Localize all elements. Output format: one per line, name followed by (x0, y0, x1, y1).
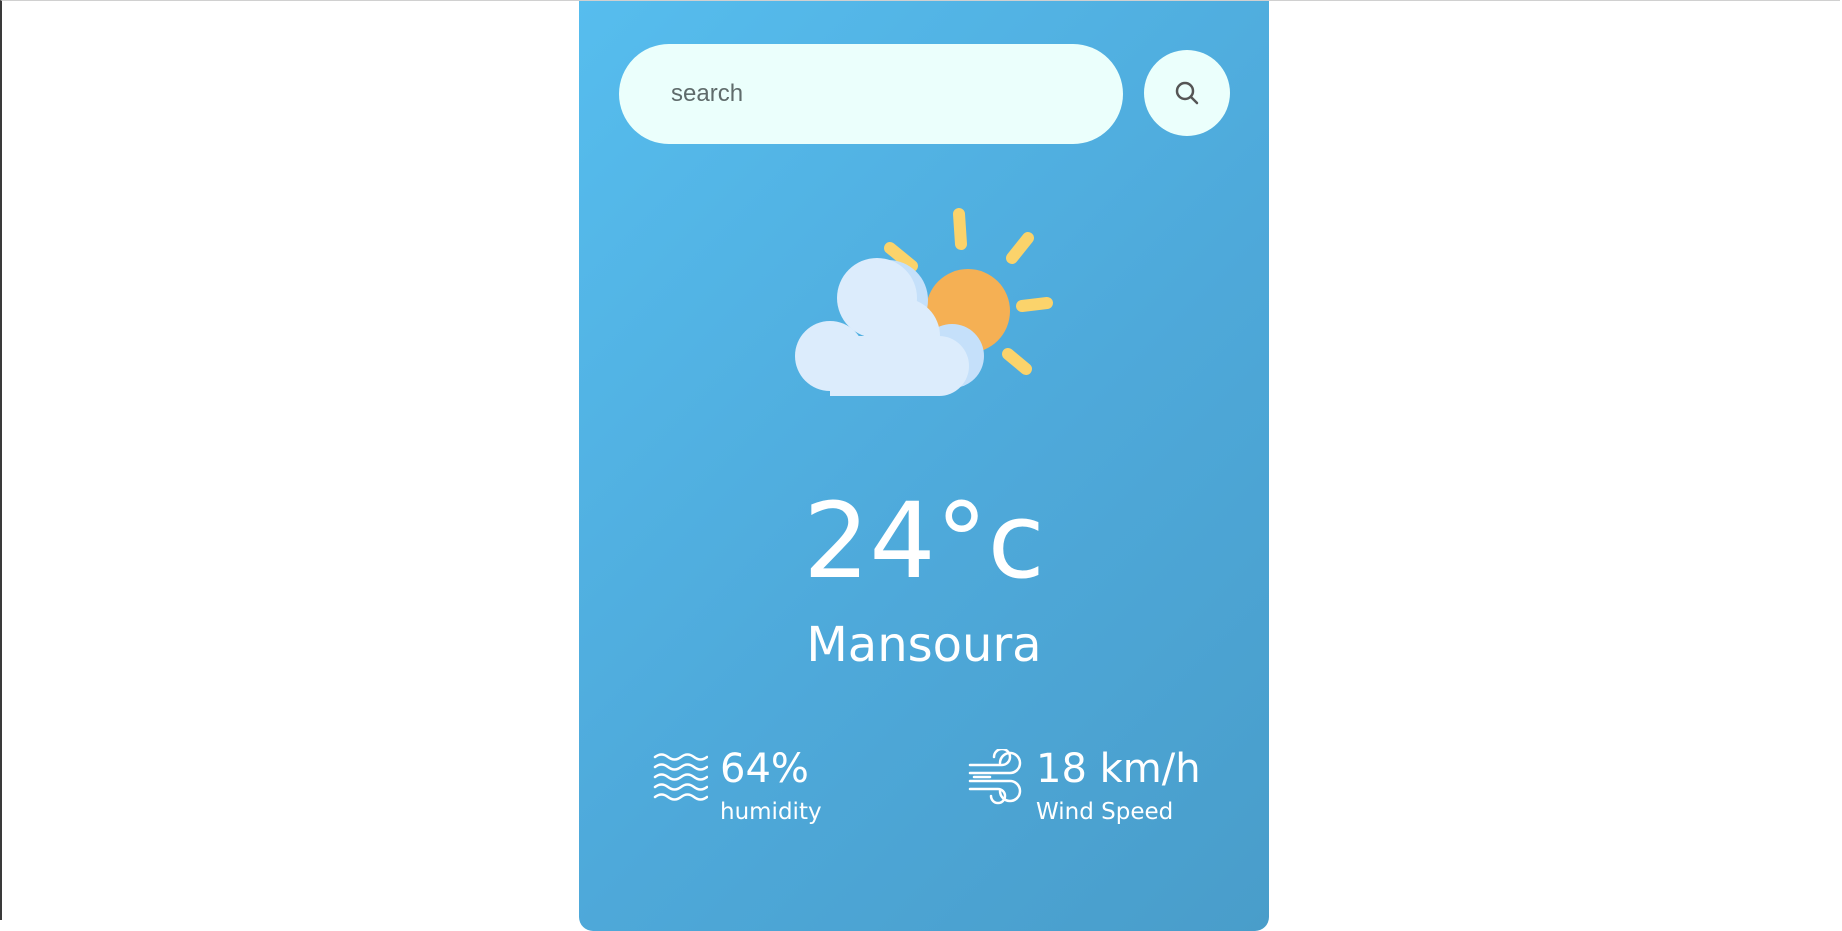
search-button[interactable] (1144, 50, 1230, 136)
browser-viewport: 24°c Mansoura 64% humidity (0, 0, 1840, 931)
humidity-waves-icon (653, 753, 708, 801)
temperature: 24°c (803, 480, 1045, 602)
search-box (619, 44, 1123, 144)
wind-icon (968, 749, 1022, 805)
search-icon (1175, 81, 1199, 105)
wind-label: Wind Speed (1036, 799, 1174, 825)
weather-card: 24°c Mansoura 64% humidity (579, 1, 1269, 931)
city-name: Mansoura (806, 617, 1042, 673)
humidity-label: humidity (720, 799, 822, 825)
partly-cloudy-icon (795, 208, 1053, 396)
wind-value: 18 km/h (1036, 746, 1201, 792)
humidity-value: 64% (720, 746, 809, 792)
wind-detail: 18 km/h Wind Speed (968, 741, 1201, 827)
humidity-detail: 64% humidity (652, 741, 822, 827)
search-input[interactable] (669, 79, 1093, 109)
